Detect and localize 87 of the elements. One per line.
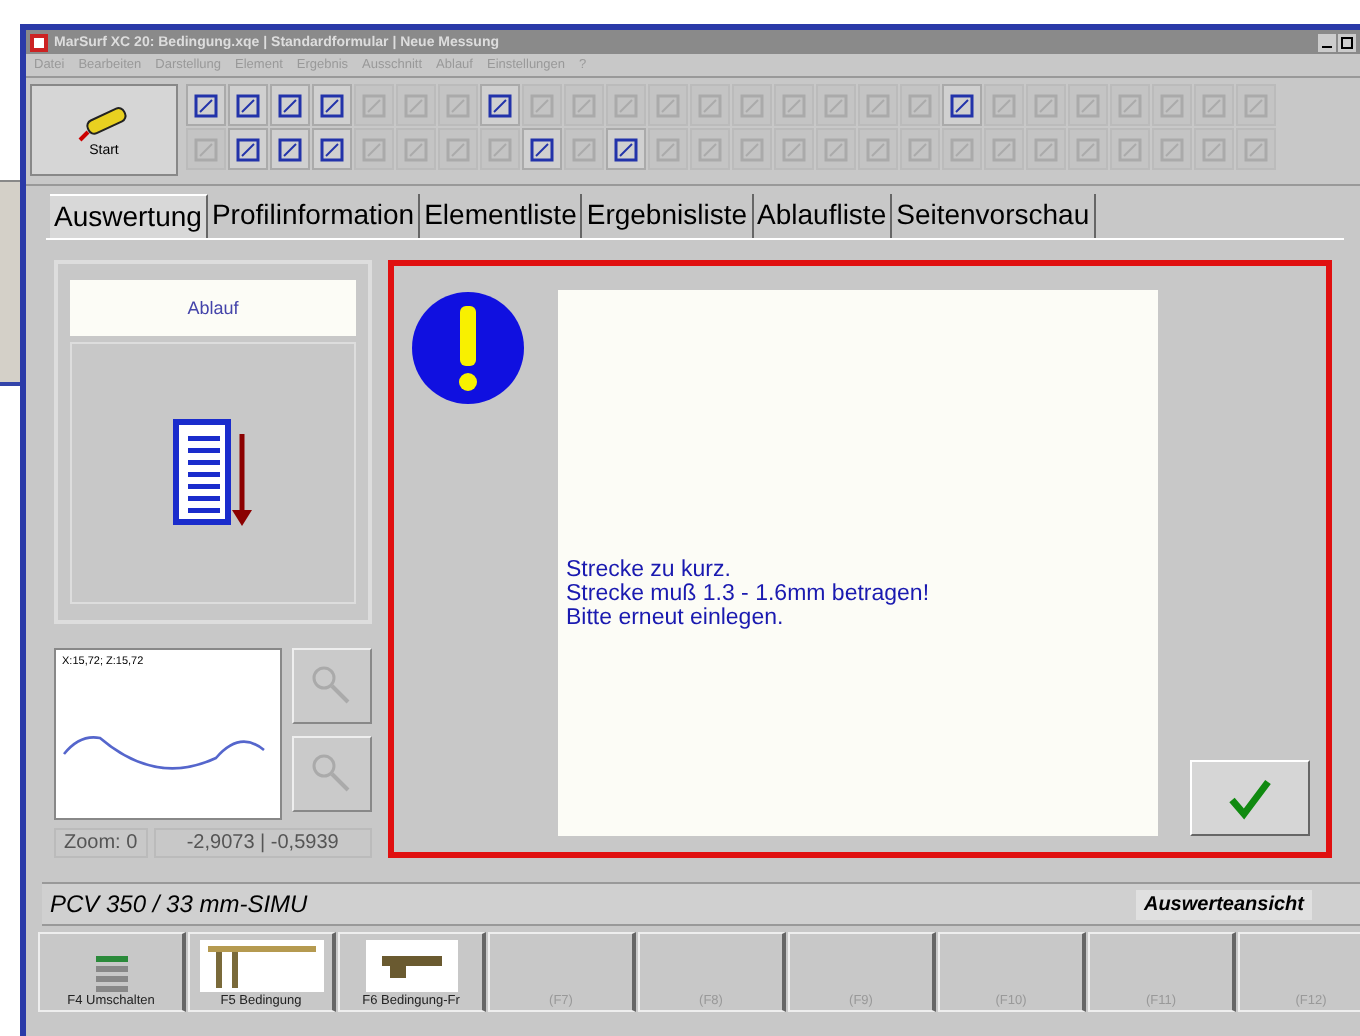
tool-icon	[192, 91, 220, 119]
tab[interactable]: Ablaufliste	[753, 194, 893, 238]
tool-icon	[612, 91, 640, 119]
maximize-icon[interactable]	[1338, 33, 1356, 51]
tool-icon	[906, 91, 934, 119]
tool-icon	[948, 135, 976, 163]
tool-icon	[318, 91, 346, 119]
tool-icon	[402, 135, 430, 163]
zoom-in-button[interactable]	[292, 648, 372, 724]
tool-icon	[360, 91, 388, 119]
app-icon	[30, 33, 48, 51]
tool-icon	[780, 91, 808, 119]
tool-icon	[570, 91, 598, 119]
tool-icon	[402, 91, 430, 119]
message-text: Strecke zu kurz.	[566, 557, 733, 581]
tool-icon	[654, 135, 682, 163]
tool-icon	[318, 135, 346, 163]
tool-icon	[444, 135, 472, 163]
tool-icon	[654, 91, 682, 119]
toolbar-button[interactable]	[270, 84, 310, 126]
tool-icon	[1242, 135, 1270, 163]
tool-icon	[1032, 135, 1060, 163]
tool-icon	[1116, 91, 1144, 119]
tool-icon	[234, 91, 262, 119]
tool-icon	[528, 135, 556, 163]
tool-icon	[486, 135, 514, 163]
probe-icon	[365, 940, 457, 992]
tool-icon	[1242, 91, 1270, 119]
view-mode-label: Auswerteansicht	[1135, 889, 1312, 919]
tool-icon	[528, 91, 556, 119]
layers-icon	[91, 952, 131, 992]
tool-icon	[696, 135, 724, 163]
toolbar-button[interactable]	[606, 128, 646, 170]
tool-icon	[192, 135, 220, 163]
tool-icon	[276, 91, 304, 119]
tool-icon	[864, 135, 892, 163]
tool-icon	[1116, 135, 1144, 163]
tool-icon	[444, 91, 472, 119]
toolbar-button[interactable]	[480, 84, 520, 126]
tool-icon	[234, 135, 262, 163]
sequence-title: Ablauf	[70, 280, 356, 336]
confirm-button[interactable]	[1190, 760, 1310, 836]
tool-icon	[360, 135, 388, 163]
toolbar-button[interactable]	[312, 128, 352, 170]
tool-icon	[990, 91, 1018, 119]
tool-icon	[864, 91, 892, 119]
toolbar-button[interactable]	[522, 128, 562, 170]
tool-icon	[486, 91, 514, 119]
message-text: Strecke muß 1.3 - 1.6mm betragen!	[566, 581, 930, 605]
tool-icon	[906, 135, 934, 163]
tab[interactable]: Elementliste	[420, 194, 583, 238]
tool-icon	[1200, 91, 1228, 119]
position-readout: -2,9073 | -0,5939	[153, 828, 372, 858]
tool-icon	[612, 135, 640, 163]
toolbar-button[interactable]	[270, 128, 310, 170]
tab[interactable]: Seitenvorschau	[892, 194, 1096, 238]
tool-icon	[276, 135, 304, 163]
tool-icon	[738, 91, 766, 119]
checkmark-icon	[1226, 776, 1274, 820]
zoom-out-button[interactable]	[292, 736, 372, 812]
tool-icon	[696, 91, 724, 119]
zoom-readout: Zoom: 0	[54, 828, 148, 858]
minimize-icon[interactable]	[1318, 33, 1336, 51]
tool-icon	[948, 91, 976, 119]
tool-icon	[1158, 135, 1186, 163]
tool-icon	[1158, 91, 1186, 119]
tool-icon	[1074, 135, 1102, 163]
status-text: PCV 350 / 33 mm-SIMU	[50, 890, 308, 918]
fixture-icon	[199, 940, 323, 992]
tool-icon	[1200, 135, 1228, 163]
tool-icon	[1032, 91, 1060, 119]
toolbar-button[interactable]	[312, 84, 352, 126]
toolbar-button[interactable]	[942, 84, 982, 126]
toolbar-button[interactable]	[228, 84, 268, 126]
list-arrow-icon	[171, 417, 255, 529]
warning-icon	[410, 290, 526, 406]
tool-icon	[738, 135, 766, 163]
tool-icon	[780, 135, 808, 163]
tool-icon	[822, 135, 850, 163]
toolbar-button[interactable]	[186, 84, 226, 126]
tool-icon	[822, 91, 850, 119]
toolbar-button[interactable]	[228, 128, 268, 170]
message-text: Bitte erneut einlegen.	[566, 605, 786, 629]
tool-icon	[990, 135, 1018, 163]
tool-icon	[570, 135, 598, 163]
tab[interactable]: Auswertung	[50, 194, 208, 238]
tool-icon	[1074, 91, 1102, 119]
